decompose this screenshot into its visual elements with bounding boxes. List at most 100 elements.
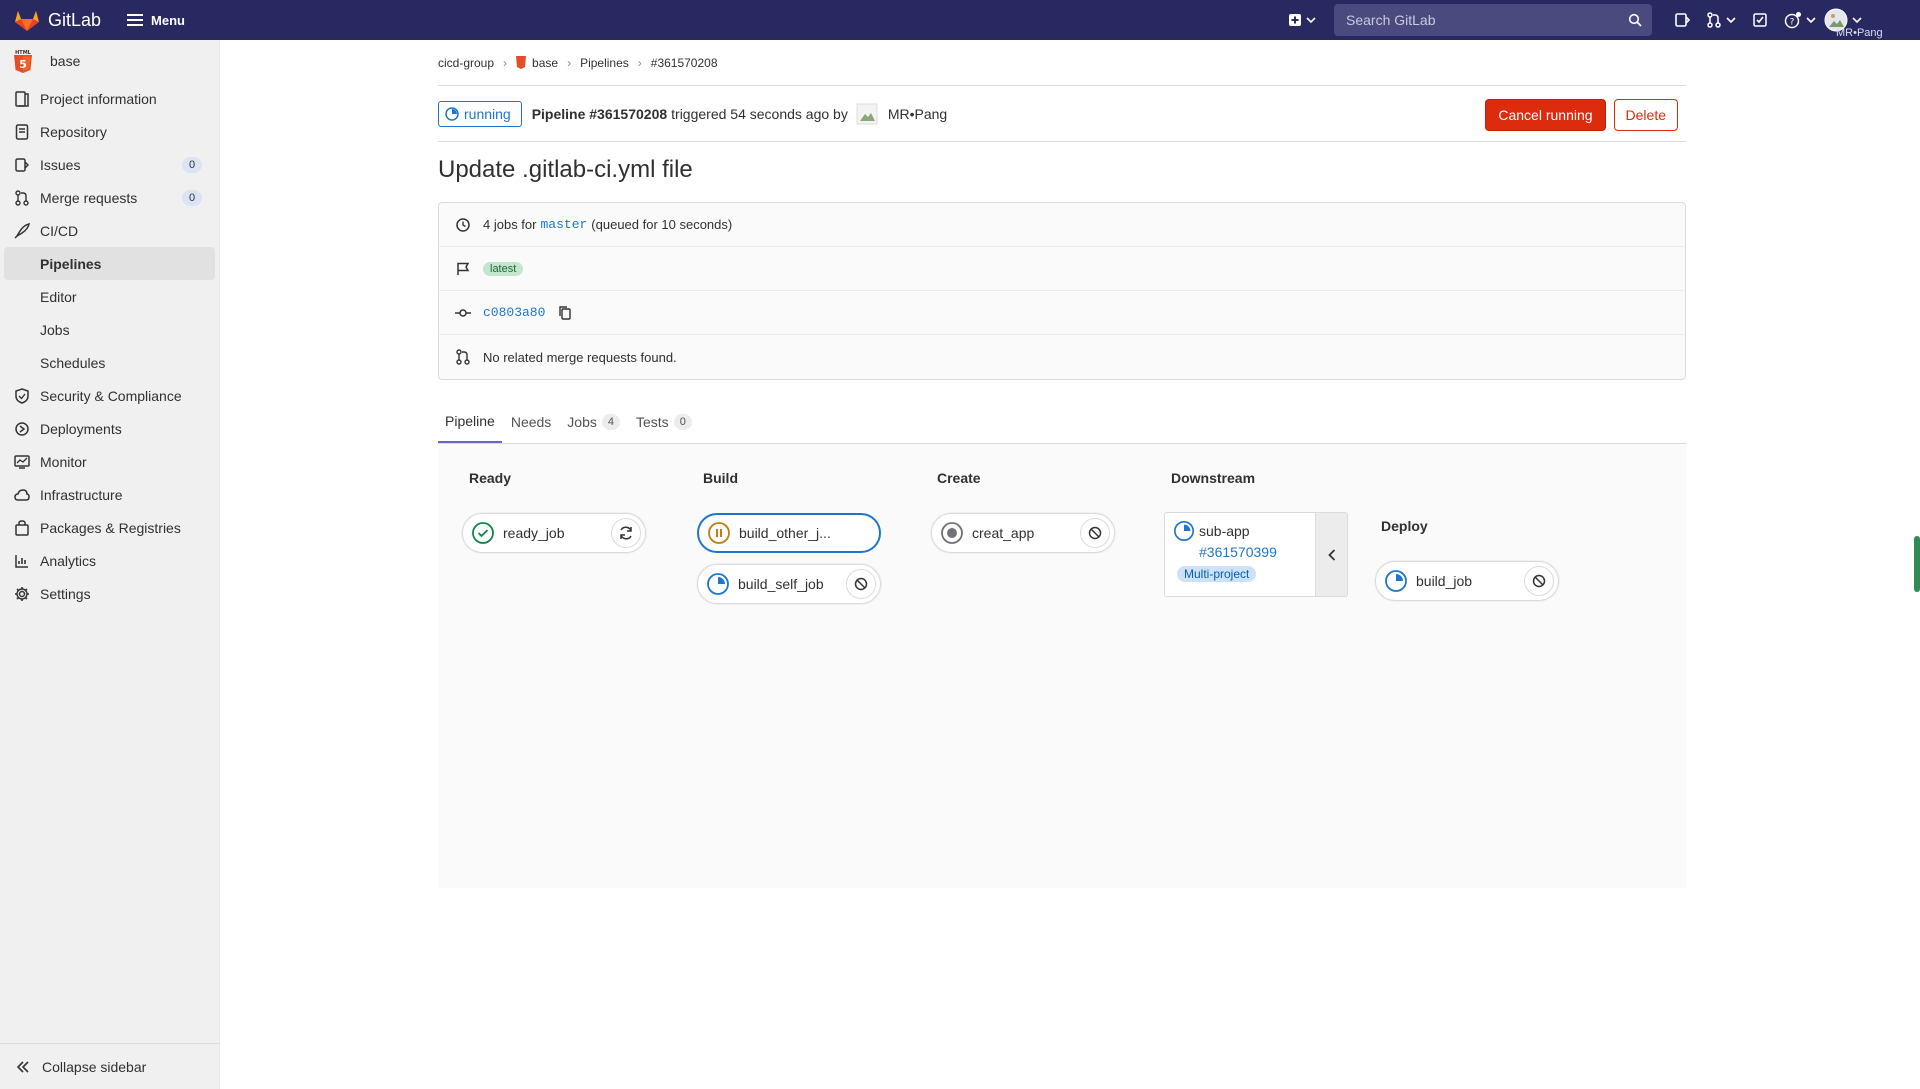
deployments-icon [14, 421, 30, 437]
search-icon[interactable] [1628, 13, 1642, 27]
sidebar-item-merge-requests[interactable]: Merge requests 0 [0, 181, 219, 214]
shield-icon [14, 387, 30, 404]
jobs-count-badge: 4 [601, 414, 620, 430]
breadcrumb-pipelines[interactable]: Pipelines [580, 56, 629, 70]
copy-icon[interactable] [559, 305, 572, 320]
job-ready-job[interactable]: ready_job [462, 513, 646, 553]
triggered-by-user[interactable]: MR•Pang [888, 106, 947, 122]
issues-nav-button[interactable] [1674, 12, 1690, 28]
sidebar-item-security[interactable]: Security & Compliance [0, 379, 219, 412]
chevron-down-icon [1806, 17, 1816, 23]
help-dropdown[interactable]: ? [1784, 11, 1816, 29]
gitlab-home-link[interactable]: GitLab [14, 8, 101, 32]
merge-requests-info-row: No related merge requests found. [439, 335, 1685, 379]
cancel-icon[interactable] [1524, 566, 1554, 596]
job-build-other[interactable]: build_other_j... [697, 513, 881, 553]
breadcrumb-group[interactable]: cicd-group [438, 56, 494, 70]
sidebar-item-issues[interactable]: Issues 0 [0, 148, 219, 181]
sidebar-item-repository[interactable]: Repository [0, 115, 219, 148]
project-name: base [50, 53, 81, 69]
sidebar-item-packages[interactable]: Packages & Registries [0, 511, 219, 544]
sidebar-item-infrastructure[interactable]: Infrastructure [0, 478, 219, 511]
tab-pipeline[interactable]: Pipeline [438, 401, 502, 443]
cancel-running-button[interactable]: Cancel running [1485, 99, 1606, 131]
pipeline-title: Pipeline #361570208 [531, 105, 668, 122]
job-name: creat_app [972, 525, 1035, 541]
merge-requests-nav-button[interactable] [1706, 12, 1736, 28]
running-status-icon [445, 106, 464, 121]
job-build-self[interactable]: build_self_job [697, 564, 881, 604]
retry-icon[interactable] [611, 518, 641, 548]
manual-status-icon [707, 521, 731, 545]
branch-link[interactable]: master [540, 217, 587, 232]
menu-button[interactable]: Menu [127, 13, 185, 28]
sidebar-item-project-information[interactable]: Project information [0, 82, 219, 115]
user-avatar[interactable] [856, 103, 878, 125]
sidebar-item-cicd[interactable]: CI/CD [0, 214, 219, 247]
downstream-pipeline-link[interactable]: #361570399 [1199, 544, 1315, 560]
top-navbar: GitLab Menu ? [0, 0, 1920, 40]
sidebar-item-monitor[interactable]: Monitor [0, 445, 219, 478]
sidebar-item-editor[interactable]: Editor [0, 280, 219, 313]
jobs-prefix: 4 jobs for [483, 217, 537, 232]
project-info-icon [14, 90, 30, 107]
breadcrumb-project-label: base [532, 55, 559, 70]
status-badge[interactable]: running [438, 100, 522, 127]
tab-label: Tests [636, 414, 669, 430]
job-name: build_other_j... [739, 525, 831, 541]
merge-requests-text: No related merge requests found. [483, 349, 677, 365]
tab-label: Needs [510, 414, 552, 430]
merge-request-icon [1706, 12, 1722, 28]
tab-needs[interactable]: Needs [504, 401, 558, 443]
stage-title-ready: Ready [469, 470, 512, 486]
sidebar-item-pipelines[interactable]: Pipelines [4, 247, 215, 280]
html5-project-icon: HTML 5 [12, 49, 34, 73]
delete-button[interactable]: Delete [1613, 99, 1678, 131]
sidebar-item-deployments[interactable]: Deployments [0, 412, 219, 445]
repository-icon [14, 123, 30, 140]
cloud-icon [14, 488, 30, 502]
sidebar-item-jobs[interactable]: Jobs [0, 313, 219, 346]
chevron-right-icon: › [567, 55, 572, 70]
gear-icon [14, 586, 30, 602]
pipeline-tabs: Pipeline Needs Jobs 4 Tests 0 [438, 402, 1686, 444]
question-icon: ? [1784, 11, 1802, 29]
project-header[interactable]: HTML 5 base [0, 40, 219, 82]
new-dropdown[interactable] [1288, 13, 1316, 27]
tab-tests[interactable]: Tests 0 [629, 401, 699, 443]
cancel-icon[interactable] [1080, 518, 1110, 548]
sidebar-item-label: Monitor [40, 453, 87, 470]
expand-downstream-button[interactable] [1315, 513, 1347, 596]
job-build-job[interactable]: build_job [1375, 561, 1559, 601]
sidebar-item-settings[interactable]: Settings [0, 577, 219, 610]
page-scrollbar[interactable] [1914, 536, 1920, 592]
search-input[interactable] [1344, 11, 1604, 29]
tab-jobs[interactable]: Jobs 4 [560, 401, 627, 443]
success-status-icon [471, 521, 495, 545]
sidebar-item-analytics[interactable]: Analytics [0, 544, 219, 577]
collapse-sidebar-button[interactable]: Collapse sidebar [0, 1043, 220, 1089]
sidebar-item-schedules[interactable]: Schedules [0, 346, 219, 379]
issues-icon [1674, 12, 1690, 28]
badges-info-row: latest [439, 247, 1685, 291]
created-status-icon [940, 521, 964, 545]
job-name: ready_job [503, 525, 565, 541]
sidebar-item-label: Project information [40, 90, 157, 107]
commit-sha-link[interactable]: c0803a80 [483, 305, 545, 320]
issues-count-badge: 0 [182, 157, 202, 173]
job-creat-app[interactable]: creat_app [931, 513, 1115, 553]
user-label: MR•Pang [1836, 27, 1883, 39]
gitlab-logo-icon [14, 8, 40, 32]
status-text: running [464, 105, 511, 122]
double-chevron-left-icon [16, 1060, 30, 1073]
user-menu[interactable]: MR•Pang [1824, 0, 1883, 40]
search-box [1334, 4, 1652, 36]
pipeline-header: running Pipeline #361570208 triggered 54… [438, 86, 1686, 142]
todos-nav-button[interactable] [1752, 12, 1768, 28]
breadcrumb-project[interactable]: base [516, 56, 558, 70]
stage-title-downstream: Downstream [1171, 470, 1256, 486]
breadcrumb-current[interactable]: #361570208 [651, 56, 718, 70]
downstream-pipeline-card[interactable]: sub-app #361570399 Multi-project [1164, 512, 1348, 597]
chevron-down-icon [1306, 17, 1316, 23]
cancel-icon[interactable] [846, 569, 876, 599]
